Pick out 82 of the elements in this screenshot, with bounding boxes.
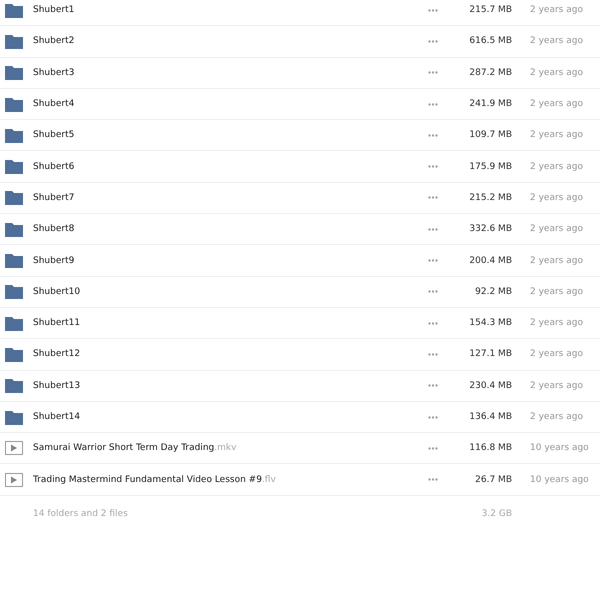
file-name[interactable]: Shubert10 (33, 286, 408, 297)
total-size: 3.2 GB (482, 508, 512, 519)
file-name[interactable]: Shubert2 (33, 36, 408, 46)
file-size: 26.7 MB (475, 474, 512, 485)
file-size: 215.2 MB (469, 192, 512, 203)
file-size: 109.7 MB (469, 130, 512, 140)
more-icon[interactable] (428, 40, 438, 43)
file-name[interactable]: Shubert11 (33, 318, 408, 328)
file-name[interactable]: Shubert13 (33, 380, 408, 391)
more-icon[interactable] (428, 446, 438, 450)
more-icon[interactable] (428, 352, 438, 356)
folder-icon (5, 346, 23, 362)
file-size: 200.4 MB (469, 256, 512, 266)
folder-icon (5, 190, 23, 206)
file-name[interactable]: Shubert7 (33, 192, 408, 203)
modified-date: 2 years ago (529, 130, 584, 140)
file-name[interactable]: Shubert12 (33, 349, 408, 360)
file-size: 241.9 MB (469, 99, 512, 110)
more-icon[interactable] (428, 196, 438, 200)
folder-icon (5, 65, 23, 80)
file-size: 136.4 MB (469, 412, 512, 422)
modified-date: 2 years ago (529, 36, 584, 46)
more-icon[interactable] (428, 416, 438, 418)
modified-date: 2 years ago (529, 318, 584, 328)
modified-date: 2 years ago (529, 99, 584, 110)
more-icon[interactable] (428, 322, 438, 325)
video-file-icon (5, 441, 23, 456)
more-icon[interactable] (428, 290, 438, 294)
more-icon[interactable] (428, 134, 438, 137)
file-name[interactable]: Shubert3 (33, 68, 408, 78)
file-name[interactable]: Trading Mastermind Fundamental Video Lesson #9.flv (33, 474, 408, 485)
modified-date: 2 years ago (529, 412, 584, 422)
folder-icon (5, 410, 23, 424)
modified-date: 2 years ago (529, 68, 584, 78)
more-icon[interactable] (428, 228, 438, 231)
file-size: 116.8 MB (469, 443, 512, 454)
modified-date: 2 years ago (529, 286, 584, 297)
folder-icon (5, 159, 23, 174)
file-size: 215.7 MB (469, 5, 512, 16)
modified-date: 10 years ago (529, 443, 590, 454)
modified-date: 10 years ago (529, 474, 590, 485)
folder-icon (5, 128, 23, 143)
file-size: 92.2 MB (475, 286, 512, 297)
more-icon[interactable] (428, 102, 438, 106)
folder-icon (5, 253, 23, 268)
file-name[interactable]: Shubert1 (33, 5, 408, 16)
file-size: 175.9 MB (469, 162, 512, 172)
video-file-icon (5, 472, 23, 487)
file-name[interactable]: Shubert4 (33, 99, 408, 110)
modified-date: 2 years ago (529, 256, 584, 266)
more-icon[interactable] (428, 478, 438, 482)
more-icon[interactable] (428, 8, 438, 12)
modified-date: 2 years ago (529, 224, 584, 234)
more-icon[interactable] (428, 71, 438, 74)
more-icon[interactable] (428, 165, 438, 168)
more-icon[interactable] (428, 259, 438, 262)
folder-icon (5, 96, 23, 112)
file-name[interactable]: Shubert14 (33, 412, 408, 422)
file-name[interactable]: Shubert6 (33, 162, 408, 172)
file-size: 230.4 MB (469, 380, 512, 391)
modified-date: 2 years ago (529, 162, 584, 172)
summary-text: 14 folders and 2 files (33, 508, 129, 519)
folder-icon (5, 2, 23, 18)
more-icon[interactable] (428, 384, 438, 388)
folder-icon (5, 378, 23, 394)
file-size: 154.3 MB (469, 318, 512, 328)
modified-date: 2 years ago (529, 5, 584, 16)
file-name[interactable]: Shubert8 (33, 224, 408, 234)
file-size: 287.2 MB (469, 68, 512, 78)
modified-date: 2 years ago (529, 349, 584, 360)
file-size: 127.1 MB (469, 349, 512, 360)
folder-icon (5, 222, 23, 237)
folder-icon (5, 284, 23, 300)
modified-date: 2 years ago (529, 192, 584, 203)
file-size: 616.5 MB (469, 36, 512, 46)
folder-icon (5, 316, 23, 331)
file-name[interactable]: Shubert9 (33, 256, 408, 266)
file-size: 332.6 MB (469, 224, 512, 234)
file-name[interactable]: Shubert5 (33, 130, 408, 140)
folder-icon (5, 34, 23, 49)
modified-date: 2 years ago (529, 380, 584, 391)
file-name[interactable]: Samurai Warrior Short Term Day Trading.mkv (33, 443, 408, 454)
